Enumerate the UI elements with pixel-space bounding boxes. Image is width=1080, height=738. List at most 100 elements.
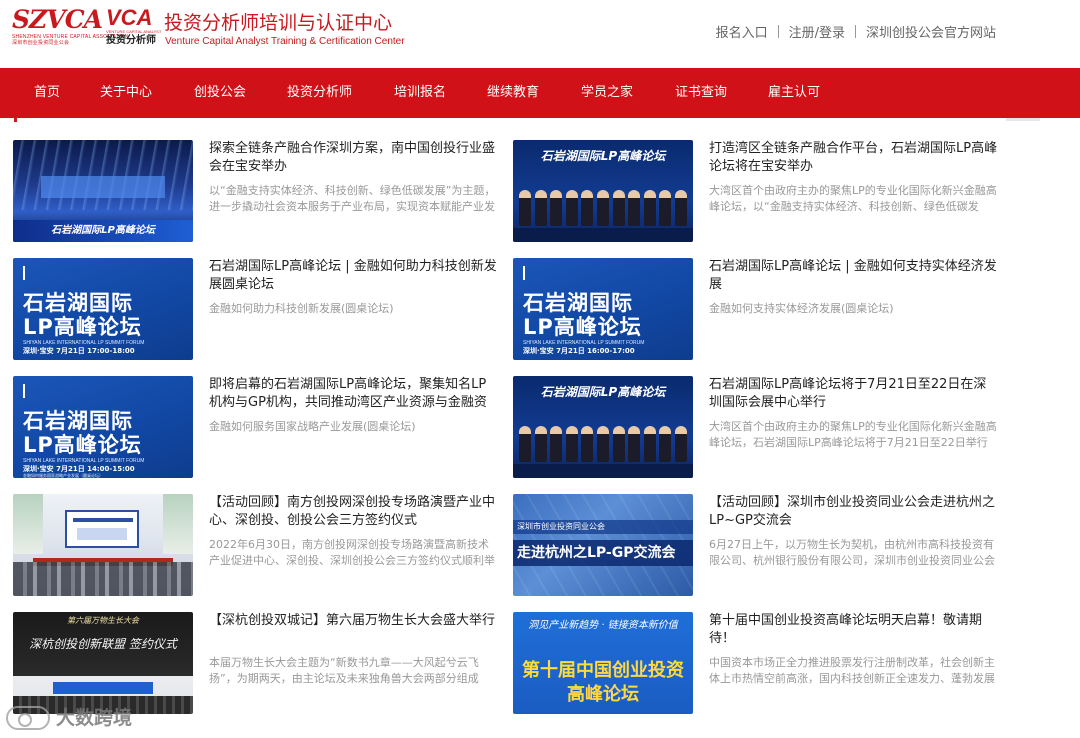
news-summary: 以“金融支持实体经济、科技创新、绿色低碳发展”为主题，进一步撬动社会资本服务于产… [209,184,496,213]
thumbnail-line-2: 深杭创投创新联盟 签约仪式 [29,637,177,651]
news-thumbnail[interactable]: 第六届万物生长大会 深杭创投创新联盟 签约仪式 [13,612,193,714]
thumbnail-line-2: LP高峰论坛 [23,433,142,457]
news-item[interactable]: 第六届万物生长大会 深杭创投创新联盟 签约仪式 【深杭创投双城记】第六届万物生长… [13,612,503,714]
news-thumbnail[interactable]: 石岩湖国际LP高峰论坛 [513,376,693,478]
news-item[interactable]: 石岩湖国际 LP高峰论坛 SHIYAN LAKE INTERNATIONAL L… [13,258,503,360]
stage-floor [513,464,693,478]
news-title[interactable]: 探索全链条产融合作深圳方案，南中国创投行业盛会在宝安举办 [209,140,499,176]
thumbnail-line-2: 高峰论坛 [567,684,639,705]
nav-training-signup[interactable]: 培训报名 [394,68,446,118]
window [163,494,193,554]
site-header: SZVCA SHENZHEN VENTURE CAPITAL ASSOCIATI… [0,0,1080,68]
szvca-logo-mark: SZVCA [12,5,103,34]
news-summary: 2022年6月30日，南方创投网深创投专场路演暨高新技术产业促进中心、深创投、深… [209,538,495,567]
news-summary: 中国资本市场正全力推进股票发行注册制改革，社会创新主体上市热情空前高涨，国内科技… [709,656,995,685]
window [13,494,43,554]
thumbnail-english: SHIYAN LAKE INTERNATIONAL LP SUMMIT FORU… [23,458,145,464]
news-item[interactable]: 石岩湖国际LP高峰论坛 石岩湖国际LP高峰论坛将于7月21日至22日在深圳国际会… [513,376,1003,478]
news-title[interactable]: 【深杭创投双城记】第六届万物生长大会盛大举行 [209,612,499,648]
news-title[interactable]: 石岩湖国际LP高峰论坛 | 金融如何助力科技创新发展圆桌论坛 [209,258,499,294]
thumbnail-line-2: LP高峰论坛 [523,315,642,339]
watermark-text: 大数跨境 [56,707,133,729]
thumbnail-line-1: 深圳市创业投资同业公会 [513,520,693,534]
thumbnail-date: 深圳·宝安 7月21日 16:00-17:00 [523,347,635,355]
news-item[interactable]: 石岩湖国际LP高峰论坛 探索全链条产融合作深圳方案，南中国创投行业盛会在宝安举办… [13,140,503,242]
section-header-edge [14,118,94,122]
watermark: 大数跨境 [6,704,132,732]
divider [777,25,779,38]
news-title[interactable]: 石岩湖国际LP高峰论坛 | 金融如何支持实体经济发展 [709,258,999,294]
news-title[interactable]: 石岩湖国际LP高峰论坛将于7月21日至22日在深圳国际会展中心举行 [709,376,999,412]
news-thumbnail[interactable]: 石岩湖国际LP高峰论坛 [513,140,693,242]
nav-analyst[interactable]: 投资分析师 [287,68,352,118]
nav-home[interactable]: 首页 [34,68,60,118]
news-item[interactable]: 石岩湖国际LP高峰论坛 打造湾区全链条产融合作平台，石岩湖国际LP高峰论坛将在宝… [513,140,1003,242]
nav-continuing-education[interactable]: 继续教育 [487,68,539,118]
news-thumbnail[interactable]: 石岩湖国际 LP高峰论坛 SHIYAN LAKE INTERNATIONAL L… [513,258,693,360]
news-summary: 大湾区首个由政府主办的聚焦LP的专业化国际化新兴金融高峰论坛，以“金融支持实体经… [709,184,997,213]
news-thumbnail[interactable]: 石岩湖国际 LP高峰论坛 SHIYAN LAKE INTERNATIONAL L… [13,258,193,360]
vca-logo[interactable]: VCA VENTURE CAPITAL ANALYST 投资分析师 [106,5,161,51]
presentation-screen [65,510,139,548]
thumbnail-footnote: 金融如何服务国家战略产业发展（圆桌论坛） [23,473,103,478]
thumbnail-line-1: 第十届中国创业投资 [522,660,684,681]
forum-logo [23,266,67,280]
register-entry-link[interactable]: 报名入口 [716,22,768,41]
nav-student-home[interactable]: 学员之家 [581,68,633,118]
news-summary: 金融如何支持实体经济发展(圆桌论坛) [709,302,894,315]
news-item[interactable]: 石岩湖国际 LP高峰论坛 SHIYAN LAKE INTERNATIONAL L… [13,376,503,478]
more-link-edge[interactable] [1006,118,1040,121]
vca-logo-mark: VCA [106,5,153,30]
news-title[interactable]: 即将启幕的石岩湖国际LP高峰论坛，聚集知名LP机构与GP机构，共同推动湾区产业资… [209,376,499,412]
news-summary: 金融如何服务国家战略产业发展(圆桌论坛) [209,420,416,433]
news-thumbnail[interactable] [13,494,193,596]
news-summary: 6月27日上午，以万物生长为契机，由杭州市高科技投资有限公司、杭州银行股份有限公… [709,538,995,567]
stage-floor [513,228,693,242]
news-thumbnail[interactable]: 深圳市创业投资同业公会 走进杭州之LP-GP交流会 [513,494,693,596]
thumbnail-banner-text: 石岩湖国际LP高峰论坛 [13,220,193,242]
thumbnail-line-1: 石岩湖国际 [23,409,133,433]
official-site-link[interactable]: 深圳创投公会官方网站 [866,22,996,41]
news-title[interactable]: 第十届中国创业投资高峰论坛明天启幕！敬请期待！ [709,612,999,648]
szvca-logo[interactable]: SZVCA SHENZHEN VENTURE CAPITAL ASSOCIATI… [12,5,128,48]
szvca-logo-cn: 深圳市创业投资同业公会 [12,40,70,46]
news-summary: 大湾区首个由政府主办的聚焦LP的专业化国际化新兴金融高峰论坛，石岩湖国际LP高峰… [709,420,997,449]
news-item[interactable]: 【活动回顾】南方创投网深创投专场路演暨产业中心、深创投、创投公会三方签约仪式 2… [13,494,503,596]
news-thumbnail[interactable]: 洞见产业新趋势 · 链接资本新价值 第十届中国创业投资 高峰论坛 [513,612,693,714]
news-title[interactable]: 【活动回顾】深圳市创业投资同业公会走进杭州之LP~GP交流会 [709,494,999,530]
thumbnail-slogan: 洞见产业新趋势 · 链接资本新价值 [528,620,678,631]
thumbnail-date: 深圳·宝安 7月21日 17:00-18:00 [23,347,135,355]
vca-logo-cn: 投资分析师 [106,35,156,46]
forum-logo [523,266,567,280]
thumbnail-line-2: 走进杭州之LP-GP交流会 [513,540,693,566]
login-link[interactable]: 注册/登录 [789,22,845,41]
thumbnail-line-2: LP高峰论坛 [23,315,142,339]
nav-employer-recognition[interactable]: 雇主认可 [768,68,820,118]
thumbnail-line-1: 第六届万物生长大会 [67,616,139,625]
thumbnail-line-1: 石岩湖国际 [23,291,133,315]
news-thumbnail[interactable]: 石岩湖国际LP高峰论坛 [13,140,193,242]
stage-light-beams [13,140,193,210]
site-subtitle: Venture Capital Analyst Training & Certi… [165,36,405,47]
stage-screen [41,176,165,198]
thumbnail-line-1: 石岩湖国际 [523,291,633,315]
top-links: 报名入口 注册/登录 深圳创投公会官方网站 [716,22,996,41]
news-summary: 金融如何助力科技创新发展(圆桌论坛) [209,302,394,315]
news-item[interactable]: 深圳市创业投资同业公会 走进杭州之LP-GP交流会 【活动回顾】深圳市创业投资同… [513,494,1003,596]
nav-certificate-query[interactable]: 证书查询 [675,68,727,118]
news-title[interactable]: 打造湾区全链条产融合作平台，石岩湖国际LP高峰论坛将在宝安举办 [709,140,999,176]
nav-association[interactable]: 创投公会 [194,68,246,118]
news-title[interactable]: 【活动回顾】南方创投网深创投专场路演暨产业中心、深创投、创投公会三方签约仪式 [209,494,499,530]
news-summary: 本届万物生长大会主题为“新数书九章——大风起兮云飞扬”，为期两天，由主论坛及未来… [209,656,479,685]
main-nav: 首页 关于中心 创投公会 投资分析师 培训报名 继续教育 学员之家 证书查询 雇… [0,68,1080,118]
nav-about[interactable]: 关于中心 [100,68,152,118]
audience-seats [13,562,193,596]
news-item[interactable]: 洞见产业新趋势 · 链接资本新价值 第十届中国创业投资 高峰论坛 第十届中国创业… [513,612,1003,714]
thumbnail-header-text: 石岩湖国际LP高峰论坛 [540,149,666,163]
news-thumbnail[interactable]: 石岩湖国际 LP高峰论坛 SHIYAN LAKE INTERNATIONAL L… [13,376,193,478]
watermark-logo-icon [6,706,50,730]
news-item[interactable]: 石岩湖国际 LP高峰论坛 SHIYAN LAKE INTERNATIONAL L… [513,258,1003,360]
signing-desk [53,682,153,694]
thumbnail-header-text: 石岩湖国际LP高峰论坛 [540,385,666,399]
site-title: 投资分析师培训与认证中心 [164,12,393,34]
